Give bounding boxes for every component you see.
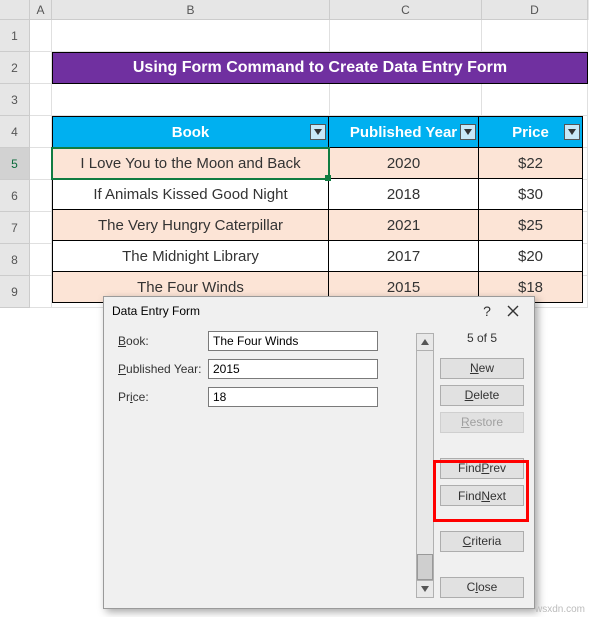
input-year[interactable] (208, 359, 378, 379)
label-year: Published Year: (118, 362, 208, 376)
cell[interactable] (330, 84, 482, 116)
table-row[interactable]: If Animals Kissed Good Night2018$30 (53, 179, 583, 210)
cell-book[interactable]: The Midnight Library (53, 241, 329, 272)
header-year[interactable]: Published Year (329, 117, 479, 148)
dialog-title-text: Data Entry Form (112, 304, 200, 318)
table-row[interactable]: I Love You to the Moon and Back2020$22 (53, 148, 583, 179)
help-button[interactable]: ? (474, 300, 500, 322)
table-row[interactable]: The Midnight Library2017$20 (53, 241, 583, 272)
cell-book[interactable]: I Love You to the Moon and Back (53, 148, 329, 179)
cell-price[interactable]: $22 (479, 148, 583, 179)
cell[interactable] (30, 244, 52, 276)
dialog-titlebar[interactable]: Data Entry Form ? (104, 297, 534, 325)
cell[interactable] (52, 20, 330, 52)
row-header-6[interactable]: 6 (0, 180, 30, 212)
dialog-buttons: 5 of 5 New Delete Restore Find Prev Find… (440, 331, 524, 598)
cell[interactable] (482, 20, 588, 52)
cell[interactable] (30, 52, 52, 84)
scroll-up-icon[interactable] (416, 333, 434, 351)
cell[interactable] (30, 20, 52, 52)
row-header-8[interactable]: 8 (0, 244, 30, 276)
watermark: wsxdn.com (535, 604, 585, 615)
cell[interactable] (330, 20, 482, 52)
cell-price[interactable]: $30 (479, 179, 583, 210)
header-year-label: Published Year (350, 124, 457, 141)
row-header-9[interactable]: 9 (0, 276, 30, 308)
cell[interactable] (30, 212, 52, 244)
header-book[interactable]: Book (53, 117, 329, 148)
row-header-7[interactable]: 7 (0, 212, 30, 244)
cell[interactable] (30, 148, 52, 180)
cell-year[interactable]: 2020 (329, 148, 479, 179)
cell-year[interactable]: 2021 (329, 210, 479, 241)
header-price-label: Price (512, 124, 549, 141)
table-row[interactable]: The Very Hungry Caterpillar2021$25 (53, 210, 583, 241)
col-header-A[interactable]: A (30, 0, 52, 20)
row-header-2[interactable]: 2 (0, 52, 30, 84)
page-title: Using Form Command to Create Data Entry … (52, 52, 588, 84)
close-button[interactable]: Close (440, 577, 524, 598)
find-next-button[interactable]: Find Next (440, 485, 524, 506)
close-icon[interactable] (500, 300, 526, 322)
header-price[interactable]: Price (479, 117, 583, 148)
data-table: Book Published Year Price I Love You to … (52, 116, 583, 303)
filter-button[interactable] (310, 124, 326, 140)
cell-year[interactable]: 2017 (329, 241, 479, 272)
label-book: Book: (118, 334, 208, 348)
row-header-4[interactable]: 4 (0, 116, 30, 148)
scroll-down-icon[interactable] (416, 580, 434, 598)
scroll-thumb[interactable] (417, 554, 433, 580)
label-price: Price: (118, 390, 208, 404)
delete-button[interactable]: Delete (440, 385, 524, 406)
col-header-C[interactable]: C (330, 0, 482, 20)
cell[interactable] (30, 84, 52, 116)
filter-button[interactable] (460, 124, 476, 140)
find-prev-button[interactable]: Find Prev (440, 458, 524, 479)
form-fields: Book: Published Year: Price: (118, 331, 412, 598)
cell[interactable] (30, 180, 52, 212)
cell[interactable] (52, 84, 330, 116)
input-price[interactable] (208, 387, 378, 407)
new-button[interactable]: New (440, 358, 524, 379)
cell-price[interactable]: $25 (479, 210, 583, 241)
header-book-label: Book (172, 124, 210, 141)
col-header-B[interactable]: B (52, 0, 330, 20)
cell-price[interactable]: $20 (479, 241, 583, 272)
row-header-5[interactable]: 5 (0, 148, 30, 180)
column-header-row: A B C D (0, 0, 589, 20)
criteria-button[interactable]: Criteria (440, 531, 524, 552)
input-book[interactable] (208, 331, 378, 351)
cell[interactable] (30, 116, 52, 148)
row-header-1[interactable]: 1 (0, 20, 30, 52)
filter-button[interactable] (564, 124, 580, 140)
select-all-corner[interactable] (0, 0, 30, 20)
record-counter: 5 of 5 (440, 331, 524, 346)
cell-year[interactable]: 2018 (329, 179, 479, 210)
cell-book[interactable]: The Very Hungry Caterpillar (53, 210, 329, 241)
data-entry-form-dialog: Data Entry Form ? Book: Published Year: … (103, 296, 535, 609)
col-header-D[interactable]: D (482, 0, 588, 20)
cell[interactable] (30, 276, 52, 308)
scroll-track[interactable] (416, 351, 434, 580)
row-header-3[interactable]: 3 (0, 84, 30, 116)
record-scrollbar[interactable] (416, 333, 434, 598)
restore-button: Restore (440, 412, 524, 433)
cell[interactable] (482, 84, 588, 116)
cell-book[interactable]: If Animals Kissed Good Night (53, 179, 329, 210)
